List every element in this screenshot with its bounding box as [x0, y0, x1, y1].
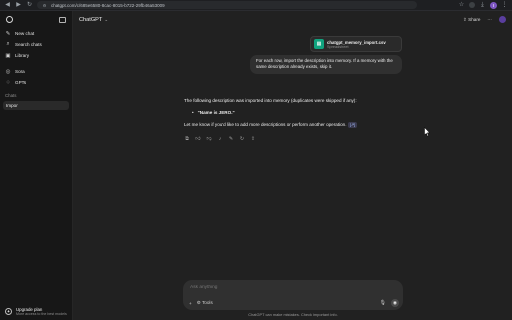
file-attachment[interactable]: ▦ chatgpt_memory_import.csv Spreadsheet	[310, 36, 402, 52]
reload-icon[interactable]: ↻	[26, 2, 33, 9]
thumbs-up-icon[interactable]: 👍︎	[195, 136, 201, 142]
thumbs-down-icon[interactable]: 👎︎	[206, 136, 212, 142]
sidebar-item-label: GPTs	[15, 80, 27, 85]
gpts-icon: ⁘	[5, 79, 11, 86]
sidebar-item-gpts[interactable]: ⁘ GPTs	[0, 77, 72, 88]
extension-icon[interactable]	[469, 2, 475, 8]
sidebar-item-new-chat[interactable]: ✎ New chat	[0, 28, 72, 39]
composer: + ⚙ Tools 🎙︎ ◉	[183, 280, 403, 310]
voice-mode-icon[interactable]: ◉	[391, 299, 399, 307]
more-options-icon[interactable]: ⋯	[487, 17, 492, 23]
user-message: For each row, import the description int…	[250, 55, 402, 74]
sidebar-item-sora[interactable]: ◎ Sora	[0, 66, 72, 77]
prompt-input[interactable]	[190, 285, 256, 290]
openai-logo-icon[interactable]	[6, 16, 13, 23]
assistant-closing: Let me know if you'd like to add more de…	[184, 122, 414, 128]
share-label: Share	[468, 16, 481, 22]
sidebar-item-label: Sora	[15, 69, 25, 74]
url-text: chatgpt.com/c/685e6580-8cac-8015-b722-29…	[51, 2, 165, 8]
tools-icon: ⚙	[196, 300, 201, 305]
share-message-icon[interactable]: ⇪	[250, 136, 256, 142]
chats-heading: Chats	[5, 93, 17, 98]
sidebar-item-search-chats[interactable]: ⌕ Search chats	[0, 39, 72, 50]
list-item: • "Name is JERO."	[192, 110, 414, 116]
model-selector[interactable]: ChatGPT ⌄	[79, 17, 108, 23]
tools-button[interactable]: ⚙ Tools	[197, 300, 213, 306]
microphone-icon[interactable]: 🎙︎	[380, 300, 386, 306]
chat-history-item[interactable]: Impor	[3, 101, 69, 110]
disclaimer: ChatGPT can make mistakes. Check importa…	[248, 312, 338, 317]
browser-toolbar: ◀ ▶ ↻ ⚙ chatgpt.com/c/685e6580-8cac-8015…	[0, 0, 512, 11]
sora-icon: ◎	[5, 68, 11, 75]
mouse-cursor-icon	[424, 127, 430, 137]
memory-citation-link[interactable]: [↗]	[347, 122, 358, 128]
sidebar-item-label: Search chats	[15, 42, 42, 47]
back-icon[interactable]: ◀	[4, 2, 11, 9]
chat-header: ChatGPT ⌄ ⇪ Share ⋯	[73, 11, 512, 28]
regenerate-icon[interactable]: ↻	[239, 136, 245, 142]
tools-label: Tools	[202, 300, 213, 305]
sidebar-item-label: Library	[15, 53, 30, 58]
sidebar-item-label: New chat	[15, 31, 35, 36]
share-icon: ⇪	[463, 16, 467, 22]
upgrade-plan-button[interactable]: ✦ Upgrade plan More access to the best m…	[0, 302, 72, 320]
sidebar-item-library[interactable]: ▣ Library	[0, 50, 72, 61]
sidebar-toggle-icon[interactable]	[59, 16, 66, 23]
copy-icon[interactable]: ⧉	[184, 136, 190, 142]
chevron-down-icon: ⌄	[104, 16, 109, 22]
assistant-message: The following description was imported i…	[184, 98, 414, 128]
edit-icon[interactable]: ✎	[228, 136, 234, 142]
bullet-icon: •	[192, 110, 194, 115]
sidebar: ✎ New chat ⌕ Search chats ▣ Library ◎ So…	[0, 11, 73, 320]
download-icon[interactable]: ⤓	[479, 2, 486, 9]
spreadsheet-icon: ▦	[314, 39, 324, 49]
assistant-intro: The following description was imported i…	[184, 98, 357, 103]
avatar[interactable]	[499, 16, 506, 23]
message-actions: ⧉ 👍︎ 👎︎ ♪ ✎ ↻ ⇪	[184, 136, 256, 142]
star-icon[interactable]: ☆	[458, 2, 465, 9]
file-name: chatgpt_memory_import.csv	[327, 39, 386, 45]
library-icon: ▣	[5, 52, 11, 59]
file-type: Spreadsheet	[327, 44, 349, 49]
forward-icon[interactable]: ▶	[15, 2, 22, 9]
menu-icon[interactable]: ⋮	[501, 2, 508, 9]
closing-text: Let me know if you'd like to add more de…	[184, 122, 347, 127]
search-icon: ⌕	[6, 41, 10, 47]
share-button[interactable]: ⇪ Share	[463, 17, 480, 23]
read-aloud-icon[interactable]: ♪	[217, 136, 223, 142]
profile-avatar[interactable]: I	[490, 1, 497, 9]
imported-memory: "Name is JERO."	[197, 110, 235, 115]
upgrade-icon: ✦	[5, 307, 12, 315]
site-info-icon[interactable]: ⚙	[41, 2, 48, 9]
new-chat-icon: ✎	[5, 30, 11, 37]
upgrade-subtitle: More access to the best models	[16, 311, 67, 316]
add-attachment-icon[interactable]: +	[189, 301, 192, 306]
model-name: ChatGPT	[79, 16, 103, 23]
address-bar[interactable]: ⚙ chatgpt.com/c/685e6580-8cac-8015-b722-…	[37, 1, 417, 9]
